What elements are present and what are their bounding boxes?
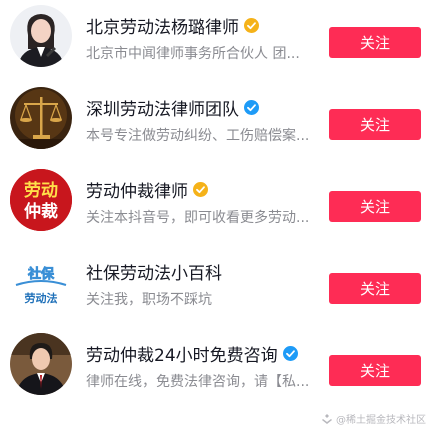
follow-button[interactable]: 关注 xyxy=(329,109,421,140)
labor-arbitration-logo: 劳动 仲裁 xyxy=(10,169,72,231)
follow-button[interactable]: 关注 xyxy=(329,191,421,222)
avatar-text-line2: 仲裁 xyxy=(24,201,58,222)
avatar-text-line1: 劳动 xyxy=(24,180,58,201)
lawyer-portrait-icon xyxy=(10,333,72,395)
scales-of-justice-icon xyxy=(10,87,72,149)
account-item[interactable]: 社保 劳动法 社保劳动法小百科 关注我，职场不踩坑 关注 xyxy=(0,246,434,328)
account-item[interactable]: 深圳劳动法律师团队 本号专注做劳动纠纷、工伤赔偿案... 关注 xyxy=(0,82,434,164)
social-security-logo: 社保 劳动法 xyxy=(10,251,72,313)
account-name[interactable]: 劳动仲裁律师 xyxy=(86,177,208,202)
account-description: 律师在线，免费法律咨询，请【私... xyxy=(86,374,310,390)
follow-button[interactable]: 关注 xyxy=(329,27,421,58)
account-description: 关注我，职场不踩坑 xyxy=(86,292,212,308)
follow-button[interactable]: 关注 xyxy=(329,355,421,386)
account-name[interactable]: 社保劳动法小百科 xyxy=(86,259,222,284)
follow-button[interactable]: 关注 xyxy=(329,273,421,304)
juejin-logo-icon xyxy=(321,413,333,425)
account-item[interactable]: 劳动 仲裁 劳动仲裁律师 关注本抖音号，即可收看更多劳动... 关注 xyxy=(0,164,434,246)
avatar[interactable]: 劳动 仲裁 xyxy=(10,169,72,231)
verified-badge-icon xyxy=(244,100,259,115)
account-description: 关注本抖音号，即可收看更多劳动... xyxy=(86,210,310,226)
watermark-text: @稀土掘金技术社区 xyxy=(336,415,426,426)
account-name[interactable]: 北京劳动法杨璐律师 xyxy=(86,13,259,38)
lawyer-portrait-icon xyxy=(10,5,72,67)
account-description: 本号专注做劳动纠纷、工伤赔偿案... xyxy=(86,128,310,144)
account-name-text[interactable]: 劳动仲裁律师 xyxy=(86,177,188,202)
account-item[interactable]: 劳动仲裁24小时免费咨询 律师在线，免费法律咨询，请【私... 关注 xyxy=(0,328,434,410)
verified-badge-icon xyxy=(282,346,298,361)
verified-badge-icon xyxy=(244,18,259,33)
account-name[interactable]: 劳动仲裁24小时免费咨询 xyxy=(86,341,298,366)
account-name[interactable]: 深圳劳动法律师团队 xyxy=(86,95,259,120)
account-name-text[interactable]: 社保劳动法小百科 xyxy=(86,259,222,284)
account-name-text[interactable]: 劳动仲裁24小时免费咨询 xyxy=(86,341,278,366)
account-name-text[interactable]: 深圳劳动法律师团队 xyxy=(86,95,239,120)
account-name-text[interactable]: 北京劳动法杨璐律师 xyxy=(86,13,239,38)
avatar[interactable] xyxy=(10,5,72,67)
account-item[interactable]: 北京劳动法杨璐律师 北京市中闻律师事务所合伙人 团... 关注 xyxy=(0,0,434,82)
watermark: @稀土掘金技术社区 xyxy=(321,411,426,426)
avatar[interactable]: 社保 劳动法 xyxy=(10,251,72,313)
avatar[interactable] xyxy=(10,87,72,149)
avatar[interactable] xyxy=(10,333,72,395)
account-description: 北京市中闻律师事务所合伙人 团... xyxy=(86,46,300,62)
avatar-text-line2: 劳动法 xyxy=(25,291,58,305)
avatar-text-line1: 社保 xyxy=(27,266,55,282)
verified-badge-icon xyxy=(193,182,208,197)
